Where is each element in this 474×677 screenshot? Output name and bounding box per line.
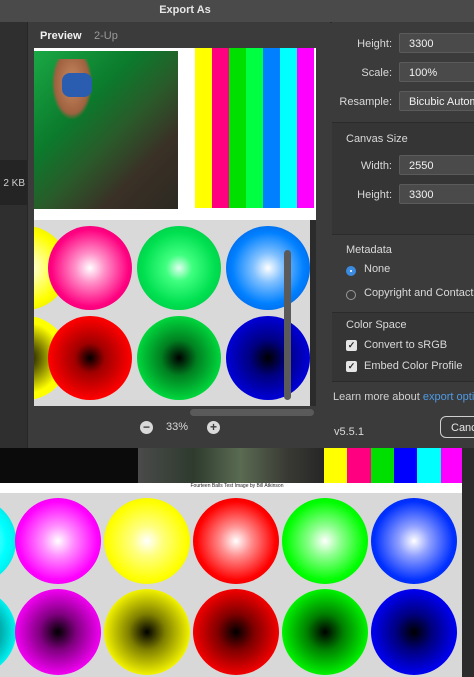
cancel-button[interactable]: Canc [440,416,474,438]
tab-2up[interactable]: 2-Up [94,30,118,42]
version-label: v5.5.1 [334,426,364,438]
radio-icon-none[interactable] [346,266,356,276]
color-bar [212,48,229,208]
embed-profile-label[interactable]: Embed Color Profile [364,360,462,372]
color-bar [280,48,297,208]
horizontal-scrollbar[interactable] [190,409,314,416]
ball-dark-yellow [104,589,190,675]
metadata-heading: Metadata [346,244,392,256]
resample-label: Resample: [339,96,392,108]
ball-dark-blue [371,589,457,675]
background-document: Fourteen Balls Test Image by Bill Atkins… [0,448,474,677]
color-bar [263,48,280,208]
resample-select[interactable]: Bicubic Automa [399,91,474,111]
ball-light-blue [226,226,310,310]
preview-photo [34,51,178,209]
color-bar [370,448,394,483]
color-bar [417,448,441,483]
metadata-copyright-label[interactable]: Copyright and Contact Inf [364,287,474,299]
settings-panel [332,22,474,448]
height-label: Height: [357,38,392,50]
zoom-out-icon[interactable]: − [140,421,153,434]
dialog-title: Export As [159,4,211,16]
color-bar [246,48,263,208]
canvas-height-label: Height: [357,189,392,201]
ball-dark-magenta [15,589,101,675]
learn-more-text: Learn more about export options [333,391,474,403]
scale-select[interactable]: 100% [399,62,474,82]
ball-light-yellow [104,498,190,584]
color-bar [324,448,348,483]
ball-dark-green [137,316,221,400]
convert-srgb-label[interactable]: Convert to sRGB [364,339,447,351]
tab-preview[interactable]: Preview [40,30,82,42]
zoom-level: 33% [166,421,189,433]
checkbox-icon-embed[interactable]: ✓ [346,361,357,372]
ball-light-cyan [0,498,16,584]
color-bar [229,48,246,208]
divider [332,234,474,235]
color-space-heading: Color Space [346,319,407,331]
ball-light-red [193,498,279,584]
ball-dark-red [48,316,132,400]
zoom-controls: − 33% + [140,420,222,436]
height-field[interactable]: 3300 [399,33,474,53]
doc-color-bars [324,448,464,483]
metadata-none-label[interactable]: None [364,263,390,275]
ball-dark-cyan [0,589,16,675]
color-bar [178,48,195,208]
zoom-in-icon[interactable]: + [207,421,220,434]
scale-label: Scale: [361,67,392,79]
file-size-label: 2 KB [3,178,25,189]
ball-dark-blue [226,316,310,400]
learn-more-prefix: Learn more about [333,391,420,403]
ball-dark-green [282,589,368,675]
color-bar [195,48,212,208]
ball-light-blue [371,498,457,584]
file-size-item[interactable]: 2 KB [0,160,27,205]
canvas-height-field[interactable]: 3300 [399,184,474,204]
color-bar [440,448,464,483]
canvas-width-field[interactable]: 2550 [399,155,474,175]
doc-photo [138,448,324,483]
ball-light-green [137,226,221,310]
radio-icon-copyright[interactable] [346,290,356,300]
checkbox-icon-srgb[interactable]: ✓ [346,340,357,351]
doc-window-edge [462,448,474,677]
preview-image-top [34,48,316,220]
canvas-size-heading: Canvas Size [346,133,408,145]
canvas-width-label: Width: [360,160,392,172]
color-bar [393,448,418,483]
file-list-panel [0,22,28,448]
doc-balls [0,493,462,677]
ball-light-magenta [48,226,132,310]
color-bar [297,48,314,208]
export-options-link[interactable]: export options [423,391,474,403]
ball-light-green [282,498,368,584]
ball-dark-red [193,589,279,675]
color-bar [347,448,371,483]
ball-light-magenta [15,498,101,584]
preview-balls [34,220,310,406]
divider [332,381,474,382]
preview-canvas[interactable] [34,48,316,440]
doc-caption: Fourteen Balls Test Image by Bill Atkins… [190,483,284,489]
photo-figure-shorts [62,73,92,97]
export-dialog: Export As 2 KB Preview 2-Up − 33% + Heig… [0,0,474,448]
color-bars [178,48,314,208]
vertical-scrollbar[interactable] [284,250,291,400]
